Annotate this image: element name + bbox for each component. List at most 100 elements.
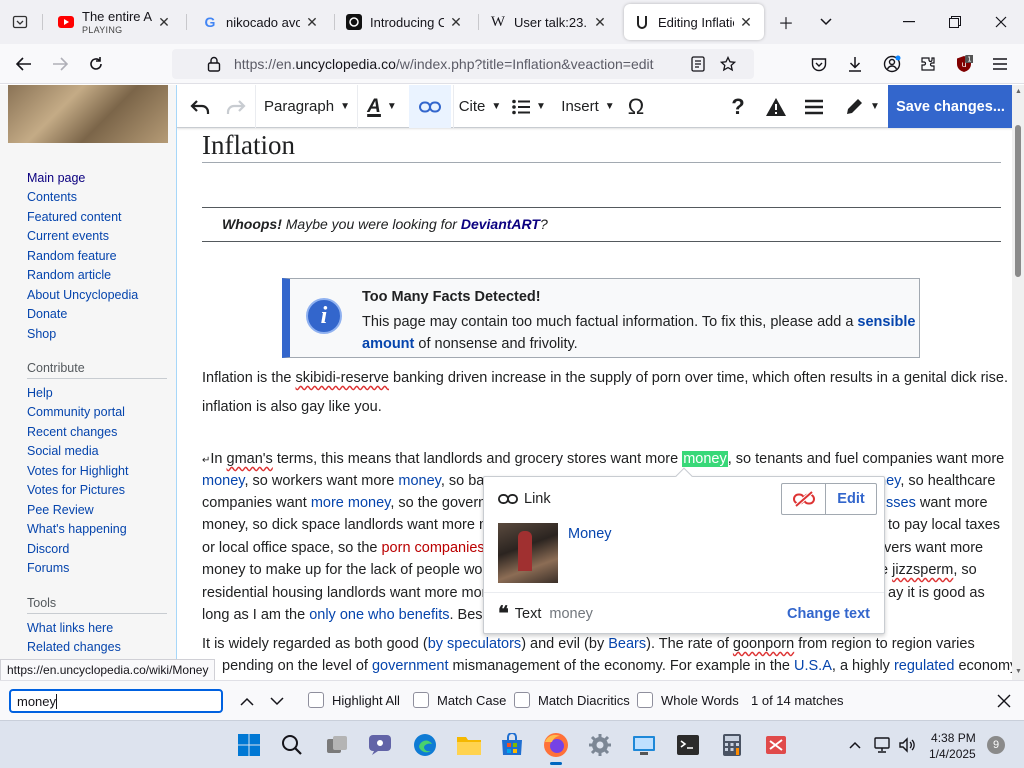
teams-chat-icon[interactable]: [364, 729, 396, 761]
ublock-shield-icon[interactable]: u1: [951, 52, 977, 76]
tab-editing-inflation[interactable]: Editing Inflation ✕: [624, 4, 764, 40]
extensions-icon[interactable]: [915, 52, 941, 76]
save-changes-button[interactable]: Save changes...: [888, 85, 1012, 128]
url-bar[interactable]: https://en.uncyclopedia.co/w/index.php?t…: [172, 49, 754, 79]
selected-link-money[interactable]: money: [682, 451, 728, 467]
reader-view-icon[interactable]: [688, 54, 708, 74]
match-case-checkbox[interactable]: Match Case: [413, 692, 506, 708]
scroll-up-icon[interactable]: ▲: [1015, 88, 1022, 95]
close-icon[interactable]: ✕: [156, 14, 172, 31]
find-next-icon[interactable]: [267, 691, 287, 711]
too-many-facts-notice[interactable]: i Too Many Facts Detected! This page may…: [282, 278, 920, 358]
sidebar-item-what-links-here[interactable]: What links here: [27, 621, 113, 635]
unlink-icon[interactable]: [782, 484, 826, 514]
tab-google[interactable]: G nikocado avocad ✕: [192, 4, 330, 40]
firefox-icon[interactable]: [540, 729, 572, 765]
find-input[interactable]: money: [9, 689, 223, 713]
sidebar-item-discord[interactable]: Discord: [27, 542, 69, 556]
whole-words-checkbox[interactable]: Whole Words: [637, 692, 739, 708]
maximize-icon[interactable]: [941, 8, 969, 36]
sidebar-item-random-article[interactable]: Random article: [27, 268, 111, 282]
sidebar-item-community-portal[interactable]: Community portal: [27, 405, 125, 419]
money-thumbnail[interactable]: [498, 523, 558, 583]
sidebar-item-random-feature[interactable]: Random feature: [27, 249, 117, 263]
amount-link[interactable]: amount: [362, 336, 414, 352]
site-logo[interactable]: [8, 85, 168, 143]
edge-browser-icon[interactable]: [409, 729, 441, 761]
text-style-dropdown[interactable]: A ▼: [361, 85, 403, 128]
paragraph-4-line-1[interactable]: It is widely regarded as both good (by s…: [202, 636, 1002, 652]
back-icon[interactable]: [11, 52, 37, 76]
sidebar-item-social-media[interactable]: Social media: [27, 444, 99, 458]
task-view-icon[interactable]: [321, 729, 353, 761]
paragraph-1[interactable]: Inflation is the skibidi-reserve banking…: [202, 370, 1008, 386]
tab-list-icon[interactable]: [6, 10, 34, 34]
search-icon[interactable]: [276, 729, 308, 761]
settings-gear-icon[interactable]: [584, 729, 616, 761]
hatnote[interactable]: Whoops! Maybe you were looking for Devia…: [222, 216, 548, 232]
terminal-icon[interactable]: [672, 729, 704, 761]
sidebar-item-main-page[interactable]: Main page: [27, 171, 85, 185]
find-previous-icon[interactable]: [237, 691, 257, 711]
sidebar-item-current-events[interactable]: Current events: [27, 229, 109, 243]
minimize-icon[interactable]: [895, 8, 923, 36]
sidebar-item-donate[interactable]: Donate: [27, 307, 67, 321]
downloads-icon[interactable]: [842, 52, 868, 76]
menu-hamburger-icon[interactable]: [987, 52, 1013, 76]
microsoft-store-icon[interactable]: [496, 729, 528, 761]
file-explorer-icon[interactable]: [453, 729, 485, 761]
change-text-button[interactable]: Change text: [787, 606, 870, 622]
sidebar-item-shop[interactable]: Shop: [27, 327, 56, 341]
paragraph-3-line-1[interactable]: ↵In gman's terms, this means that landlo…: [202, 451, 1004, 467]
paragraph-4-line-2[interactable]: pending on the level of government misma…: [222, 658, 1012, 674]
account-icon[interactable]: [879, 52, 905, 76]
undo-icon[interactable]: [185, 85, 215, 128]
forward-icon[interactable]: [47, 52, 73, 76]
snipping-tool-icon[interactable]: [760, 729, 792, 761]
close-find-bar-icon[interactable]: [994, 691, 1014, 711]
paragraph-format-dropdown[interactable]: Paragraph ▼: [259, 85, 355, 128]
close-icon[interactable]: ✕: [304, 14, 320, 31]
chevron-down-icon[interactable]: [812, 8, 840, 36]
redo-icon[interactable]: [221, 85, 251, 128]
help-question-icon[interactable]: ?: [723, 85, 753, 128]
sidebar-item-whats-happening[interactable]: What's happening: [27, 522, 127, 536]
calculator-icon[interactable]: [716, 729, 748, 761]
link-icon[interactable]: [409, 85, 451, 128]
sensible-link[interactable]: sensible: [857, 314, 915, 330]
sidebar-item-votes-for-pictures[interactable]: Votes for Pictures: [27, 483, 125, 497]
chevron-up-icon[interactable]: [845, 735, 865, 755]
page-scrollbar[interactable]: ▲ ▼: [1012, 85, 1024, 680]
sidebar-item-forums[interactable]: Forums: [27, 561, 69, 575]
scroll-down-icon[interactable]: ▼: [1015, 668, 1022, 675]
page-options-menu-icon[interactable]: [799, 85, 829, 128]
paragraph-2[interactable]: inflation is also gay like you.: [202, 399, 1002, 415]
list-dropdown[interactable]: ▼: [507, 85, 551, 128]
window-close-icon[interactable]: [987, 8, 1015, 36]
link-target-money[interactable]: Money: [568, 526, 612, 542]
close-icon[interactable]: ✕: [448, 14, 464, 31]
sidebar-item-contents[interactable]: Contents: [27, 190, 77, 204]
sidebar-item-pee-review[interactable]: Pee Review: [27, 503, 94, 517]
sidebar-item-related-changes[interactable]: Related changes: [27, 640, 121, 654]
remote-desktop-icon[interactable]: [628, 729, 660, 761]
sidebar-item-about[interactable]: About Uncyclopedia: [27, 288, 138, 302]
pocket-icon[interactable]: [806, 52, 832, 76]
sidebar-item-featured-content[interactable]: Featured content: [27, 210, 122, 224]
page-title[interactable]: Inflation: [202, 130, 295, 161]
special-character-omega-icon[interactable]: Ω: [621, 85, 651, 128]
new-tab-icon[interactable]: ＋: [772, 8, 800, 36]
deviantart-link[interactable]: DeviantART: [461, 216, 540, 232]
close-icon[interactable]: ✕: [592, 14, 608, 31]
sidebar-item-help[interactable]: Help: [27, 386, 53, 400]
lock-icon[interactable]: [204, 54, 224, 74]
bookmark-star-icon[interactable]: [718, 54, 738, 74]
edit-mode-pencil-icon[interactable]: ▼: [839, 85, 885, 128]
sidebar-item-votes-for-highlight[interactable]: Votes for Highlight: [27, 464, 128, 478]
highlight-all-checkbox[interactable]: Highlight All: [308, 692, 400, 708]
scrollbar-thumb[interactable]: [1015, 125, 1021, 277]
notification-badge[interactable]: 9: [987, 736, 1005, 754]
insert-dropdown[interactable]: Insert ▼: [559, 85, 617, 128]
tab-openai[interactable]: Introducing Cha ✕: [336, 4, 474, 40]
system-clock[interactable]: 4:38 PM 1/4/2025: [929, 730, 976, 762]
